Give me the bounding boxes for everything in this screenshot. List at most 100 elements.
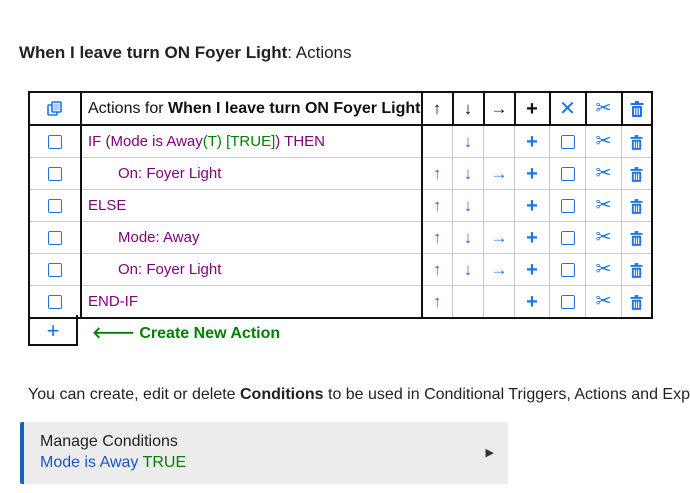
down-arrow-icon: ↓ bbox=[463, 164, 473, 184]
action-row: Mode: Away ↑ ↓ → + ✂ bbox=[28, 221, 653, 254]
scissors-icon: ✂ bbox=[595, 259, 612, 280]
row-select-checkbox[interactable] bbox=[28, 189, 82, 222]
left-arrow-icon: 🡐 bbox=[92, 325, 135, 342]
up-arrow-icon: ↑ bbox=[433, 196, 442, 216]
move-up-button[interactable]: ↑ bbox=[421, 189, 453, 222]
header-add-button[interactable]: + bbox=[513, 91, 551, 126]
up-arrow-icon: ↑ bbox=[432, 99, 442, 119]
cut-button[interactable]: ✂ bbox=[585, 221, 622, 254]
header-deselect-button[interactable]: ✕ bbox=[548, 91, 587, 126]
plus-icon: + bbox=[526, 162, 538, 185]
delete-button[interactable] bbox=[621, 285, 653, 319]
condition-mode-text: Mode is Away bbox=[40, 454, 139, 471]
header-move-up-button[interactable]: ↑ bbox=[420, 91, 454, 126]
row-select-checkbox[interactable] bbox=[28, 221, 82, 254]
checkbox-icon bbox=[560, 263, 575, 278]
action-indent: On: Foyer Light bbox=[88, 261, 221, 278]
actions-heading-rule: When I leave turn ON Foyer Light bbox=[168, 99, 421, 117]
row-select-checkbox[interactable] bbox=[28, 253, 82, 286]
action-text-part: ELSE bbox=[88, 197, 127, 214]
select-row-checkbox[interactable] bbox=[549, 253, 586, 286]
checkbox-icon bbox=[48, 263, 62, 278]
insert-action-button[interactable]: + bbox=[514, 253, 550, 286]
cut-button[interactable]: ✂ bbox=[585, 157, 622, 190]
row-select-checkbox[interactable] bbox=[28, 157, 82, 190]
trash-icon bbox=[630, 198, 643, 214]
action-text-part: On: Foyer Light bbox=[118, 165, 222, 182]
scissors-icon: ✂ bbox=[595, 291, 612, 312]
insert-action-button[interactable]: + bbox=[514, 124, 550, 158]
right-arrow-icon: → bbox=[490, 260, 508, 280]
manage-conditions-summary: Mode is Away TRUE bbox=[40, 454, 186, 472]
header-delete-button[interactable] bbox=[620, 91, 653, 126]
checkbox-icon bbox=[48, 295, 62, 310]
cut-button[interactable]: ✂ bbox=[585, 124, 622, 158]
actions-table-header: Actions for When I leave turn ON Foyer L… bbox=[28, 91, 653, 126]
trash-icon bbox=[630, 262, 643, 278]
action-text[interactable]: IF (Mode is Away(T) [TRUE]) THEN bbox=[80, 124, 423, 158]
plus-icon: + bbox=[46, 318, 60, 343]
move-up-button[interactable]: ↑ bbox=[421, 157, 453, 190]
plus-icon: + bbox=[526, 258, 538, 281]
cut-button[interactable]: ✂ bbox=[585, 253, 622, 286]
actions-table: Actions for When I leave turn ON Foyer L… bbox=[28, 91, 653, 319]
cut-button[interactable]: ✂ bbox=[585, 285, 622, 319]
action-text[interactable]: Mode: Away bbox=[80, 221, 423, 254]
header-cut-button[interactable]: ✂ bbox=[584, 91, 623, 126]
move-up-button[interactable]: ↑ bbox=[421, 221, 453, 254]
indent-button[interactable]: → bbox=[483, 253, 515, 286]
insert-action-button[interactable]: + bbox=[514, 285, 550, 319]
cut-button[interactable]: ✂ bbox=[585, 189, 622, 222]
delete-button[interactable] bbox=[621, 221, 653, 254]
header-indent-button[interactable]: → bbox=[482, 91, 516, 126]
create-new-action-link[interactable]: 🡐 Create New Action bbox=[92, 322, 280, 343]
conditions-description: You can create, edit or delete Condition… bbox=[28, 386, 690, 404]
scissors-icon: ✂ bbox=[595, 195, 612, 216]
row-select-checkbox[interactable] bbox=[28, 285, 82, 319]
delete-button[interactable] bbox=[621, 124, 653, 158]
page-title-suffix: : Actions bbox=[287, 43, 352, 62]
select-row-checkbox[interactable] bbox=[549, 157, 586, 190]
up-arrow-icon: ↑ bbox=[433, 292, 442, 312]
right-arrow-icon: → bbox=[490, 228, 508, 248]
row-select-checkbox[interactable] bbox=[28, 124, 82, 158]
action-text[interactable]: On: Foyer Light bbox=[80, 253, 423, 286]
header-move-down-button[interactable]: ↓ bbox=[451, 91, 485, 126]
indent-button[interactable]: → bbox=[483, 221, 515, 254]
insert-action-button[interactable]: + bbox=[514, 189, 550, 222]
move-up-button[interactable]: ↑ bbox=[421, 285, 453, 319]
down-arrow-icon: ↓ bbox=[463, 196, 473, 216]
copy-all-button[interactable] bbox=[28, 91, 82, 126]
action-text-part: ) THEN bbox=[275, 133, 325, 150]
action-text[interactable]: On: Foyer Light bbox=[80, 157, 423, 190]
down-arrow-icon: ↓ bbox=[463, 228, 473, 248]
move-down-button[interactable]: ↓ bbox=[452, 124, 484, 158]
select-row-checkbox[interactable] bbox=[549, 221, 586, 254]
select-row-checkbox[interactable] bbox=[549, 285, 586, 319]
delete-button[interactable] bbox=[621, 157, 653, 190]
expand-caret-icon: ▶ bbox=[485, 447, 494, 459]
move-up-button[interactable]: ↑ bbox=[421, 253, 453, 286]
manage-conditions-panel[interactable]: Manage Conditions Mode is Away TRUE ▶ bbox=[20, 422, 508, 484]
action-text-part: On: Foyer Light bbox=[118, 261, 222, 278]
insert-action-button[interactable]: + bbox=[514, 157, 550, 190]
insert-action-button[interactable]: + bbox=[514, 221, 550, 254]
action-text[interactable]: ELSE bbox=[80, 189, 423, 222]
delete-button[interactable] bbox=[621, 189, 653, 222]
indent-button[interactable]: → bbox=[483, 157, 515, 190]
add-action-button[interactable]: + bbox=[28, 315, 78, 346]
select-row-checkbox[interactable] bbox=[549, 189, 586, 222]
select-row-checkbox[interactable] bbox=[549, 124, 586, 158]
move-up-button bbox=[421, 124, 453, 158]
plus-icon: + bbox=[526, 97, 538, 120]
action-row: IF (Mode is Away(T) [TRUE]) THEN ↓ + ✂ bbox=[28, 124, 653, 158]
action-text[interactable]: END-IF bbox=[80, 285, 423, 319]
checkbox-icon bbox=[48, 167, 62, 182]
delete-button[interactable] bbox=[621, 253, 653, 286]
actions-heading-prefix: Actions for bbox=[88, 99, 169, 117]
move-down-button[interactable]: ↓ bbox=[452, 189, 484, 222]
move-down-button[interactable]: ↓ bbox=[452, 253, 484, 286]
move-down-button[interactable]: ↓ bbox=[452, 157, 484, 190]
right-arrow-icon: → bbox=[490, 99, 508, 119]
move-down-button[interactable]: ↓ bbox=[452, 221, 484, 254]
